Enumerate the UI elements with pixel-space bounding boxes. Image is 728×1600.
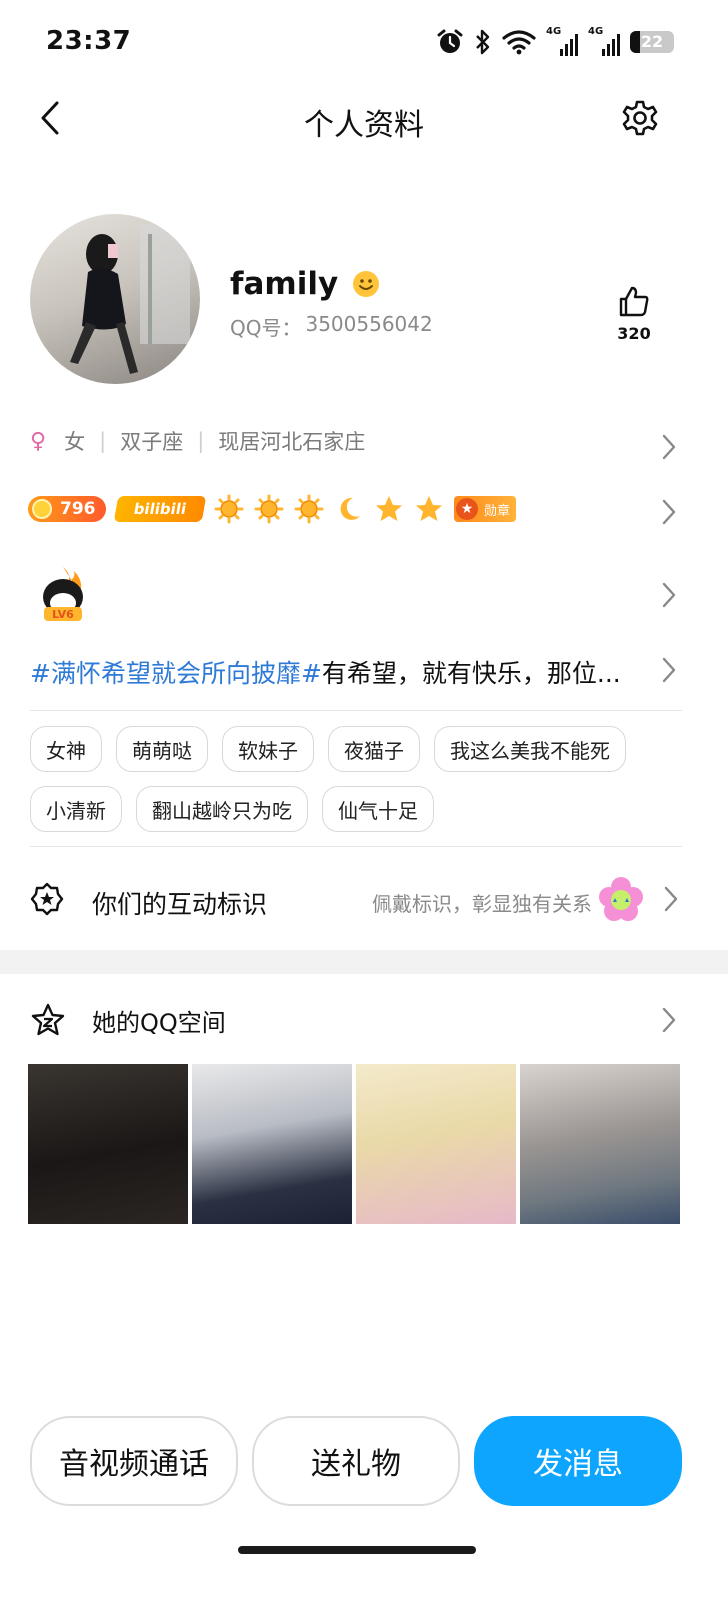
battery-icon: 22 [630, 31, 674, 53]
flower-icon [599, 877, 643, 921]
qzone-title: 她的QQ空间 [92, 1008, 226, 1037]
bilibili-badge: bilibili [113, 496, 207, 522]
signature[interactable]: #满怀希望就会所向披靡#有希望，就有快乐，那位... [30, 654, 650, 690]
star-icon [376, 496, 402, 521]
medal-badge: ★ 勋章 [454, 496, 517, 522]
tag[interactable]: 夜猫子 [328, 726, 420, 772]
separator: | [197, 429, 205, 453]
qzone-star-icon [31, 1003, 65, 1036]
qzone-photos [28, 1064, 680, 1224]
location-text: 现居河北石家庄 [218, 430, 366, 454]
name-row: family [230, 266, 380, 302]
chevron-right-icon[interactable] [660, 498, 678, 526]
badges-row[interactable]: 796 bilibili ★ 勋章 [28, 494, 517, 524]
sun-icon [214, 494, 244, 524]
tag[interactable]: 翻山越岭只为吃 [136, 786, 308, 832]
profile-name: family [230, 266, 339, 302]
chevron-right-icon[interactable] [660, 1006, 678, 1034]
page-title: 个人资料 [304, 108, 424, 143]
divider [30, 710, 682, 711]
tag[interactable]: 我这么美我不能死 [434, 726, 626, 772]
chevron-right-icon[interactable] [660, 656, 678, 684]
signature-text: 有希望，就有快乐，那位... [321, 659, 621, 688]
tag[interactable]: 女神 [30, 726, 102, 772]
alarm-icon [437, 29, 463, 53]
tag[interactable]: 软妹子 [222, 726, 314, 772]
wifi-icon [502, 30, 536, 55]
like-count: 320 [617, 324, 651, 343]
interaction-hint: 佩戴标识，彰显独有关系 [372, 892, 592, 916]
smiley-icon [353, 271, 380, 297]
section-divider [0, 950, 728, 974]
qq-number[interactable]: 3500556042 [305, 312, 432, 341]
badge-star-icon [30, 882, 64, 916]
send-gift-button[interactable]: 送礼物 [252, 1416, 460, 1506]
qzone-photo[interactable] [520, 1064, 680, 1224]
medal-star-icon: ★ [456, 498, 478, 520]
signature-topic[interactable]: #满怀希望就会所向披靡# [30, 659, 322, 688]
qzone-photo[interactable] [356, 1064, 516, 1224]
avatar-photo [70, 224, 190, 374]
thumbs-up-icon [619, 286, 649, 317]
signal-2-icon: 4G [588, 26, 620, 56]
bluetooth-icon [476, 29, 490, 55]
chevron-right-icon[interactable] [660, 581, 678, 609]
avatar[interactable] [30, 214, 200, 384]
qq-label: QQ号： [230, 316, 302, 340]
sun-icon [254, 494, 284, 524]
zodiac-text: 双子座 [120, 430, 184, 454]
coin-icon [32, 499, 52, 519]
qq-number-row: QQ号： 3500556042 [230, 312, 433, 341]
lv6-penguin-icon[interactable]: LV6 [36, 565, 90, 623]
like-button[interactable]: 320 [610, 284, 658, 343]
status-bar: 23:37 4G 4G 22 [0, 0, 728, 84]
divider [30, 846, 682, 847]
star-icon [416, 496, 442, 521]
interaction-label: 你们的互动标识 [92, 890, 268, 919]
status-icons: 4G 4G 22 [436, 26, 674, 58]
tag[interactable]: 小清新 [30, 786, 122, 832]
signal-1-icon: 4G [546, 26, 578, 56]
chevron-right-icon[interactable] [660, 433, 678, 461]
qzone-photo[interactable] [28, 1064, 188, 1224]
qzone-photo[interactable] [192, 1064, 352, 1224]
home-indicator[interactable] [238, 1546, 476, 1554]
moon-icon [340, 497, 360, 520]
separator: | [99, 429, 107, 453]
tag-list: 女神 萌萌哒 软妹子 夜猫子 我这么美我不能死 小清新 翻山越岭只为吃 仙气十足 [30, 726, 680, 832]
chevron-right-icon [664, 886, 678, 912]
gear-icon [622, 100, 658, 136]
qq-level-badge: 796 [28, 496, 106, 522]
status-time: 23:37 [46, 26, 132, 56]
basic-info-row[interactable]: ♀ 女 | 双子座 | 现居河北石家庄 [30, 426, 365, 456]
qzone-header[interactable]: 她的QQ空间 [30, 1000, 226, 1040]
tag[interactable]: 仙气十足 [322, 786, 434, 832]
tag[interactable]: 萌萌哒 [116, 726, 208, 772]
svg-text:LV6: LV6 [52, 608, 74, 621]
interaction-mark-row[interactable]: 你们的互动标识 佩戴标识，彰显独有关系 [30, 870, 680, 930]
settings-button[interactable] [620, 98, 660, 138]
nav-bar: 个人资料 [0, 84, 728, 156]
gender-text: 女 [64, 430, 86, 454]
send-message-button[interactable]: 发消息 [474, 1416, 682, 1506]
female-icon: ♀ [30, 428, 47, 454]
av-call-button[interactable]: 音视频通话 [30, 1416, 238, 1506]
sun-icon [294, 494, 324, 524]
